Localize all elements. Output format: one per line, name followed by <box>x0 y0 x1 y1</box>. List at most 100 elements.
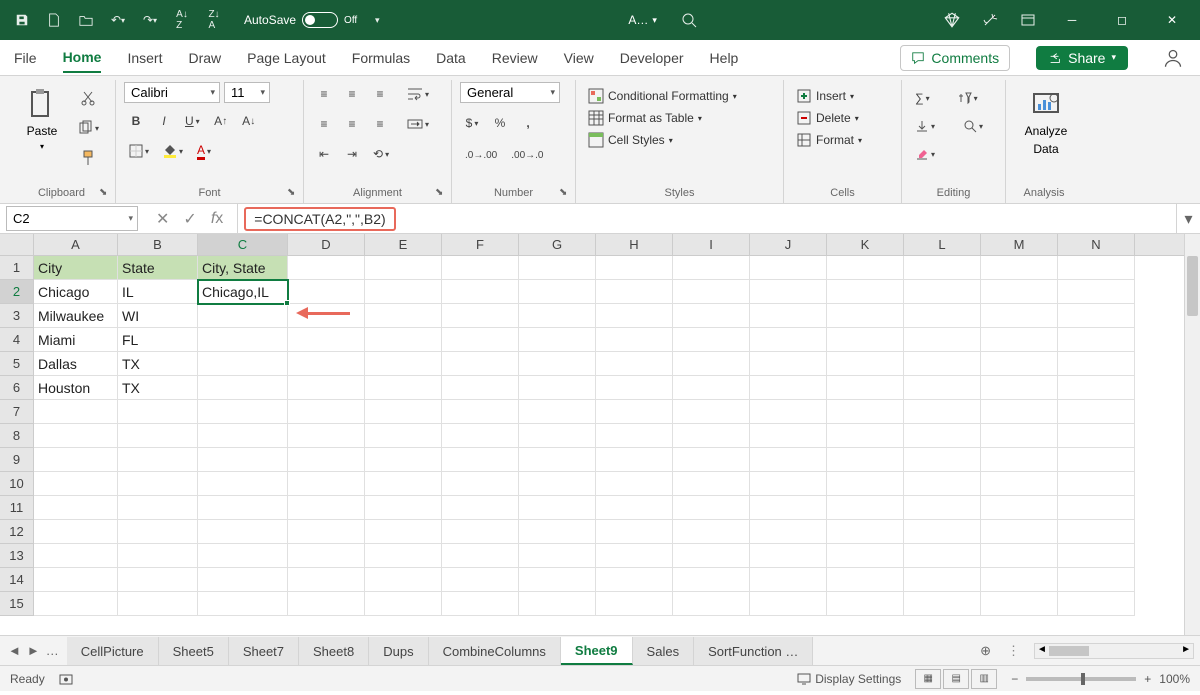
insert-cells-button[interactable]: Insert ▾ <box>792 86 893 106</box>
cell[interactable] <box>519 256 596 280</box>
cell[interactable] <box>288 448 365 472</box>
column-header[interactable]: C <box>198 234 288 255</box>
macro-record-icon[interactable] <box>59 672 73 686</box>
cell[interactable] <box>442 472 519 496</box>
sheet-nav-prev-icon[interactable]: ◄ <box>8 643 21 658</box>
cell[interactable] <box>673 280 750 304</box>
cell-styles-button[interactable]: Cell Styles ▾ <box>584 130 775 150</box>
cell[interactable] <box>118 592 198 616</box>
cell[interactable] <box>442 544 519 568</box>
cell[interactable] <box>288 280 365 304</box>
cell[interactable] <box>596 400 673 424</box>
cell[interactable] <box>288 352 365 376</box>
cell[interactable] <box>519 592 596 616</box>
cell[interactable] <box>827 472 904 496</box>
vertical-scrollbar[interactable] <box>1184 234 1200 635</box>
column-header[interactable]: J <box>750 234 827 255</box>
cell[interactable] <box>1058 496 1135 520</box>
select-all-corner[interactable] <box>0 234 34 255</box>
qat-dropdown-icon[interactable]: ▾ <box>365 8 389 32</box>
row-header[interactable]: 6 <box>0 376 34 400</box>
cell[interactable] <box>442 328 519 352</box>
cell[interactable] <box>118 520 198 544</box>
cell[interactable] <box>904 520 981 544</box>
paste-button[interactable]: Paste ▾ <box>16 82 68 170</box>
cell[interactable] <box>981 592 1058 616</box>
tab-review[interactable]: Review <box>492 44 538 72</box>
decrease-indent-icon[interactable]: ⇤ <box>312 142 336 166</box>
cell[interactable] <box>981 376 1058 400</box>
cell[interactable] <box>596 496 673 520</box>
cell[interactable] <box>981 256 1058 280</box>
cell[interactable] <box>519 304 596 328</box>
cell[interactable] <box>118 544 198 568</box>
cell[interactable] <box>827 280 904 304</box>
cell[interactable] <box>596 280 673 304</box>
cell[interactable] <box>365 304 442 328</box>
currency-icon[interactable]: $ <box>460 111 484 135</box>
cell[interactable] <box>827 568 904 592</box>
cell[interactable] <box>34 472 118 496</box>
cell[interactable] <box>673 448 750 472</box>
cell[interactable] <box>827 352 904 376</box>
cell[interactable] <box>904 592 981 616</box>
cell[interactable] <box>198 568 288 592</box>
cell[interactable] <box>750 592 827 616</box>
cell[interactable] <box>904 544 981 568</box>
cell[interactable] <box>519 376 596 400</box>
cell[interactable] <box>34 520 118 544</box>
cell[interactable]: Chicago <box>34 280 118 304</box>
cell[interactable] <box>519 328 596 352</box>
column-header[interactable]: F <box>442 234 519 255</box>
minimize-button[interactable]: ─ <box>1054 0 1090 40</box>
open-file-icon[interactable] <box>74 8 98 32</box>
align-center-icon[interactable]: ≡ <box>340 112 364 136</box>
column-header[interactable]: D <box>288 234 365 255</box>
new-sheet-button[interactable]: ⊕ <box>972 643 999 659</box>
cell[interactable] <box>750 280 827 304</box>
sheet-tab[interactable]: Sheet5 <box>159 637 229 665</box>
cell[interactable] <box>750 256 827 280</box>
cell[interactable] <box>750 448 827 472</box>
font-launcher[interactable]: ⬊ <box>287 187 299 199</box>
cell[interactable] <box>827 376 904 400</box>
cell[interactable] <box>118 496 198 520</box>
cell[interactable] <box>827 256 904 280</box>
cell[interactable] <box>750 304 827 328</box>
cell[interactable] <box>596 472 673 496</box>
cell[interactable] <box>750 424 827 448</box>
align-top-icon[interactable]: ≡ <box>312 82 336 106</box>
cell[interactable] <box>673 400 750 424</box>
column-header[interactable]: B <box>118 234 198 255</box>
cell[interactable] <box>519 280 596 304</box>
cell[interactable] <box>288 400 365 424</box>
tab-page-layout[interactable]: Page Layout <box>247 44 326 72</box>
increase-decimal-icon[interactable]: .0→.00 <box>460 143 502 167</box>
cell[interactable] <box>596 256 673 280</box>
cell[interactable] <box>519 520 596 544</box>
cell[interactable] <box>904 280 981 304</box>
search-icon[interactable] <box>677 8 701 32</box>
cell[interactable]: Milwaukee <box>34 304 118 328</box>
conditional-formatting-button[interactable]: Conditional Formatting ▾ <box>584 86 775 106</box>
column-header[interactable]: H <box>596 234 673 255</box>
normal-view-icon[interactable]: ▦ <box>915 669 941 689</box>
cell[interactable] <box>198 400 288 424</box>
zoom-out-button[interactable]: − <box>1011 672 1018 686</box>
cell[interactable] <box>1058 472 1135 496</box>
cell[interactable] <box>118 448 198 472</box>
cell[interactable]: FL <box>118 328 198 352</box>
cell[interactable] <box>981 424 1058 448</box>
cell[interactable] <box>904 256 981 280</box>
page-break-view-icon[interactable]: ▥ <box>971 669 997 689</box>
cell[interactable] <box>365 424 442 448</box>
cell[interactable] <box>198 328 288 352</box>
decrease-font-button[interactable]: A↓ <box>237 109 261 133</box>
column-header[interactable]: E <box>365 234 442 255</box>
cell[interactable] <box>34 424 118 448</box>
cell[interactable] <box>596 520 673 544</box>
cell[interactable] <box>288 544 365 568</box>
cell[interactable] <box>198 592 288 616</box>
tab-home[interactable]: Home <box>63 43 102 73</box>
autosave-toggle[interactable]: AutoSave Off <box>244 12 357 28</box>
